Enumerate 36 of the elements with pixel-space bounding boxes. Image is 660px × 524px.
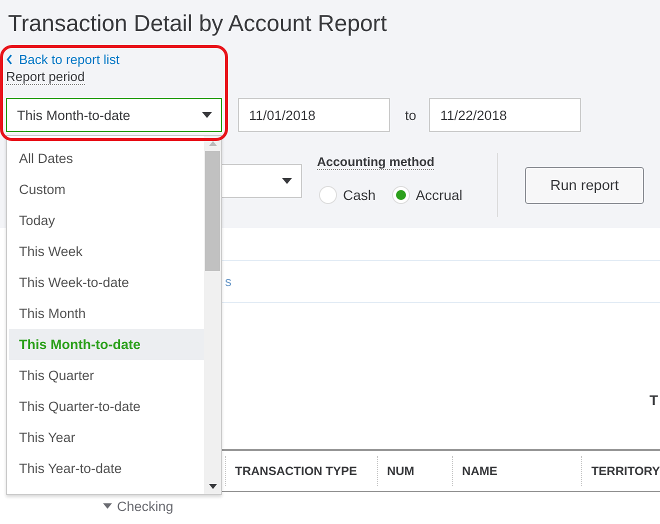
menu-item[interactable]: Today (9, 205, 204, 236)
row-label: Checking (117, 498, 174, 514)
radio-button[interactable] (392, 186, 410, 204)
menu-item[interactable]: This Quarter-to-date (9, 391, 204, 422)
column-header: TERRITORY (581, 456, 660, 486)
run-report-button[interactable]: Run report (525, 167, 644, 204)
column-header: NUM (376, 456, 452, 486)
menu-item[interactable]: Custom (9, 174, 204, 205)
page-title: Transaction Detail by Account Report (7, 9, 388, 38)
column-header: NAME (452, 456, 582, 486)
menu-item[interactable]: This Week (9, 236, 204, 267)
date-field[interactable]: 11/22/2018 (429, 98, 582, 132)
back-link[interactable]: Back to report list (6, 51, 120, 67)
menu-item[interactable]: This Week-to-date (9, 267, 204, 298)
scrollbar[interactable] (204, 136, 221, 494)
report-heading: T (649, 392, 658, 408)
menu-item[interactable]: This Year (9, 422, 204, 453)
menu-item[interactable]: This Year-to-date (9, 453, 204, 484)
caret-icon (282, 178, 292, 184)
chevron-icon (6, 54, 13, 64)
radio-label: Accrual (416, 187, 462, 203)
menu-item[interactable]: This Quarter (9, 360, 204, 391)
radio-button[interactable] (319, 186, 337, 204)
date-separator: to (405, 108, 416, 122)
field-label: Report period (6, 69, 85, 85)
radio-label: Cash (343, 187, 376, 203)
period-select[interactable]: This Month-to-date (6, 98, 222, 132)
caret-icon (202, 112, 212, 118)
menu-item[interactable]: This Month (9, 298, 204, 329)
scroll-down-icon[interactable] (208, 484, 216, 489)
field-label: Accounting method (317, 155, 434, 170)
scroll-up-icon[interactable] (208, 141, 216, 146)
menu-item[interactable]: All Dates (9, 143, 204, 174)
date-field[interactable]: 11/01/2018 (238, 98, 390, 132)
caret-icon[interactable] (103, 503, 112, 509)
column-header: TRANSACTION TYPE (225, 456, 377, 486)
